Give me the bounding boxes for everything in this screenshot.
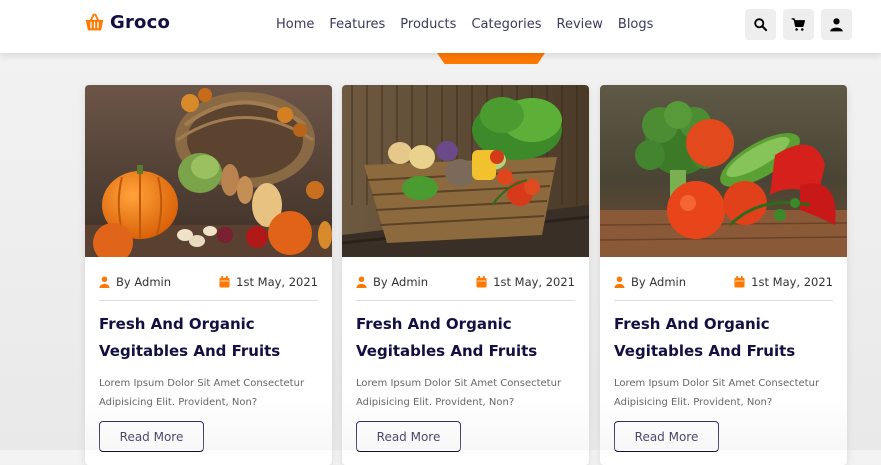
read-more-button[interactable]: Read More xyxy=(614,421,719,452)
card-date: 1st May, 2021 xyxy=(236,275,318,289)
card-title-line: Fresh And Organic xyxy=(356,315,512,333)
read-more-button[interactable]: Read More xyxy=(99,421,204,452)
user-icon xyxy=(356,276,367,288)
cart-button[interactable] xyxy=(783,9,814,40)
card-author: By Admin xyxy=(373,275,429,289)
card-description: Lorem Ipsum Dolor Sit Amet Consectetur A… xyxy=(614,374,839,412)
card-title: Fresh And Organic Vegitables And Fruits xyxy=(614,311,839,365)
card-desc-line: Lorem Ipsum Dolor Sit Amet Consectetur xyxy=(99,378,305,389)
card-title-line: Fresh And Organic xyxy=(99,315,255,333)
user-button[interactable] xyxy=(821,9,852,40)
card-image xyxy=(600,85,847,257)
blog-card: By Admin 1st May, 2021 Fresh And Organic… xyxy=(600,85,847,465)
logo-text: Groco xyxy=(110,12,171,33)
card-meta: By Admin 1st May, 2021 xyxy=(614,275,833,291)
logo[interactable]: Groco xyxy=(84,12,170,33)
card-description: Lorem Ipsum Dolor Sit Amet Consectetur A… xyxy=(99,374,324,412)
calendar-icon xyxy=(219,276,230,288)
nav-categories[interactable]: Categories xyxy=(471,17,541,32)
user-icon xyxy=(829,17,844,32)
card-title: Fresh And Organic Vegitables And Fruits xyxy=(99,311,324,365)
card-divider xyxy=(99,300,318,301)
card-author: By Admin xyxy=(116,275,172,289)
header-icons xyxy=(745,9,852,40)
calendar-icon xyxy=(476,276,487,288)
blog-card: By Admin 1st May, 2021 Fresh And Organic… xyxy=(342,85,589,465)
card-desc-line: Lorem Ipsum Dolor Sit Amet Consectetur xyxy=(356,378,562,389)
card-meta: By Admin 1st May, 2021 xyxy=(99,275,318,291)
card-title: Fresh And Organic Vegitables And Fruits xyxy=(356,311,581,365)
card-image xyxy=(342,85,589,257)
user-icon xyxy=(99,276,110,288)
nav-review[interactable]: Review xyxy=(557,17,603,32)
card-date: 1st May, 2021 xyxy=(493,275,575,289)
card-title-line: Vegitables And Fruits xyxy=(99,342,281,360)
card-author: By Admin xyxy=(631,275,687,289)
user-icon xyxy=(614,276,625,288)
header: Groco Home Features Products Categories … xyxy=(0,0,881,53)
card-date: 1st May, 2021 xyxy=(751,275,833,289)
card-desc-line: Lorem Ipsum Dolor Sit Amet Consectetur xyxy=(614,378,820,389)
search-icon xyxy=(753,17,768,32)
main-nav: Home Features Products Categories Review… xyxy=(276,17,653,32)
search-button[interactable] xyxy=(745,9,776,40)
card-title-line: Fresh And Organic xyxy=(614,315,770,333)
card-title-line: Vegitables And Fruits xyxy=(356,342,538,360)
nav-blogs[interactable]: Blogs xyxy=(618,17,654,32)
card-divider xyxy=(356,300,575,301)
calendar-icon xyxy=(734,276,745,288)
basket-icon xyxy=(84,12,105,33)
card-desc-line: Adipisicing Elit. Provident, Non? xyxy=(356,397,515,408)
read-more-button[interactable]: Read More xyxy=(356,421,461,452)
section-heading-tab xyxy=(437,53,545,64)
cart-icon xyxy=(791,17,806,32)
card-divider xyxy=(614,300,833,301)
card-desc-line: Adipisicing Elit. Provident, Non? xyxy=(614,397,773,408)
card-image xyxy=(85,85,332,257)
nav-products[interactable]: Products xyxy=(400,17,456,32)
nav-home[interactable]: Home xyxy=(276,17,314,32)
card-meta: By Admin 1st May, 2021 xyxy=(356,275,575,291)
nav-features[interactable]: Features xyxy=(329,17,385,32)
card-title-line: Vegitables And Fruits xyxy=(614,342,796,360)
blog-card: By Admin 1st May, 2021 Fresh And Organic… xyxy=(85,85,332,465)
card-desc-line: Adipisicing Elit. Provident, Non? xyxy=(99,397,258,408)
card-description: Lorem Ipsum Dolor Sit Amet Consectetur A… xyxy=(356,374,581,412)
